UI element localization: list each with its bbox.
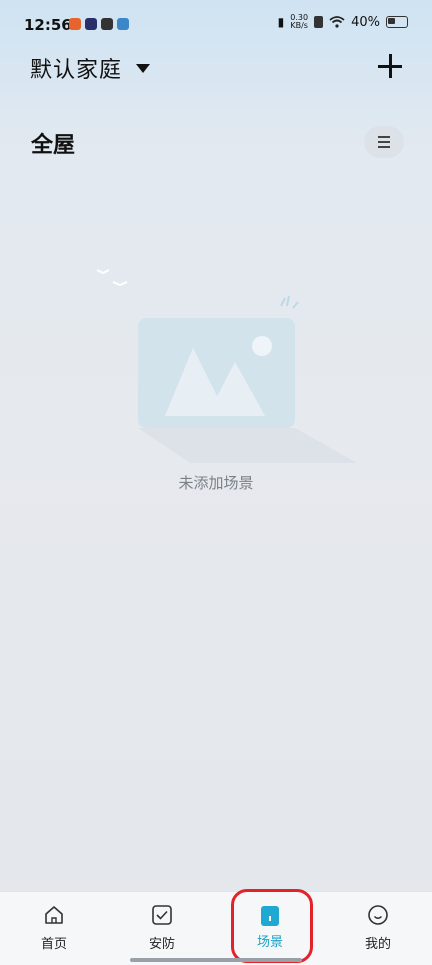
profile-icon (367, 904, 389, 926)
tab-home-label: 首页 (40, 937, 67, 952)
room-title: 全屋 (31, 133, 76, 158)
menu-line (378, 136, 390, 139)
wifi-icon (329, 16, 345, 28)
tab-security-label: 安防 (148, 937, 175, 952)
status-bar: 12:56 ▮ 0.30 KB/s 40% (0, 0, 432, 52)
empty-illustration (96, 269, 357, 463)
security-check-icon (151, 904, 173, 926)
tab-home[interactable]: 首页 (0, 892, 108, 965)
app-notification-icon (69, 18, 81, 30)
app-notification-icon (117, 18, 129, 30)
bottom-nav: 首页 安防 场景 我的 (0, 891, 432, 965)
battery-icon (386, 16, 408, 28)
tab-profile[interactable]: 我的 (324, 892, 432, 965)
highlight-box (231, 889, 313, 963)
empty-message: 未添加场景 (178, 474, 254, 492)
app-notification-icon (101, 18, 113, 30)
sim-off-icon (314, 16, 324, 28)
tab-security[interactable]: 安防 (108, 892, 216, 965)
menu-line (378, 145, 390, 148)
tab-profile-label: 我的 (364, 937, 391, 952)
status-time: 12:56 (24, 16, 72, 34)
vibrate-icon: ▮ (277, 15, 285, 29)
add-button[interactable] (376, 52, 404, 80)
net-speed-unit: KB/s (290, 21, 308, 30)
home-icon (43, 904, 65, 926)
status-right: ▮ 0.30 KB/s 40% (278, 14, 408, 30)
notification-icons (69, 18, 129, 30)
home-selector[interactable]: 默认家庭 (30, 52, 151, 84)
menu-button[interactable] (364, 126, 404, 158)
home-name: 默认家庭 (30, 58, 123, 83)
menu-line (378, 141, 390, 143)
net-speed: 0.30 KB/s (290, 14, 308, 30)
battery-percent: 40% (351, 14, 380, 30)
home-indicator (130, 958, 302, 962)
caret-down-icon (136, 63, 151, 73)
app-notification-icon (85, 18, 97, 30)
